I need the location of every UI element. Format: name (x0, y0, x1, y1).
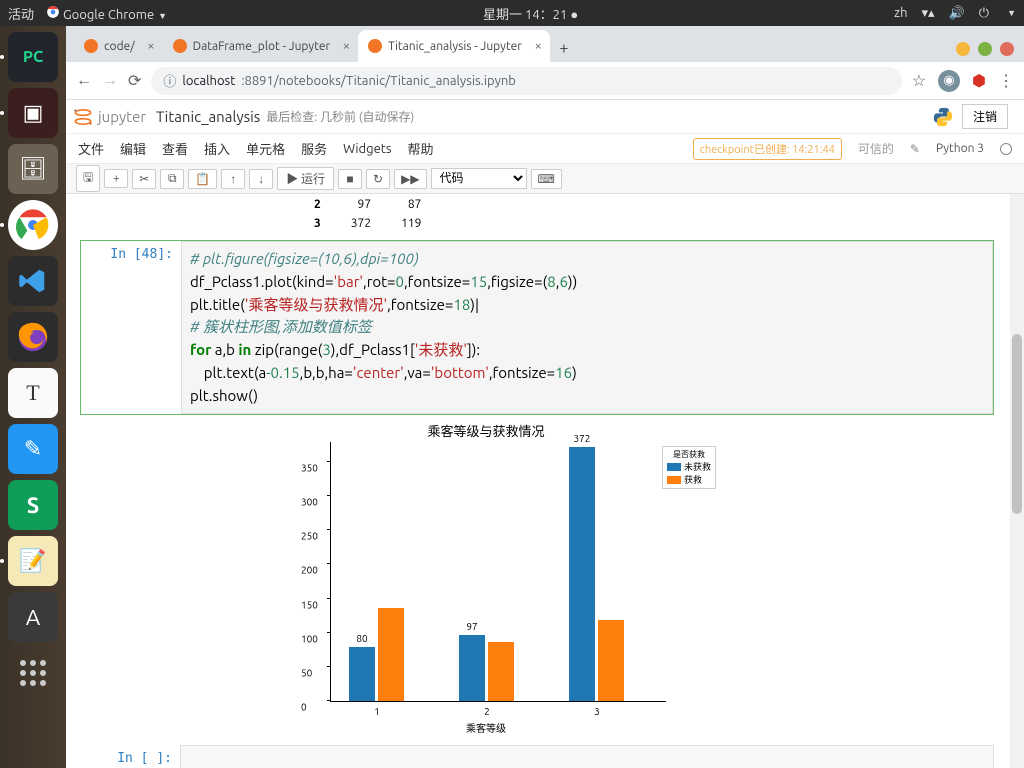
menu-view[interactable]: 查看 (162, 139, 188, 158)
cell-prompt: In [ ]: (80, 745, 180, 768)
new-tab-button[interactable]: + (550, 34, 578, 62)
jupyter-notebook: jupyter Titanic_analysis 最后检查: 几秒前 (自动保存… (66, 100, 1024, 768)
menu-help[interactable]: 帮助 (408, 139, 434, 158)
menu-widgets[interactable]: Widgets (343, 142, 391, 156)
launcher-updater-icon[interactable]: A (8, 592, 58, 642)
command-palette-button[interactable]: ⌨ (531, 169, 562, 189)
code-editor[interactable] (180, 745, 994, 768)
jupyter-favicon-icon (368, 39, 382, 53)
close-icon[interactable]: × (535, 39, 542, 53)
window-close-icon[interactable] (1000, 42, 1014, 56)
launcher-wps-icon[interactable]: S (8, 480, 58, 530)
trusted-badge[interactable]: 可信的 (858, 140, 894, 157)
checkpoint-info: checkpoint已创建: 14:21:44 (693, 138, 842, 160)
back-button[interactable]: ← (76, 71, 92, 90)
table-row: 29787 (300, 196, 435, 213)
launcher-firefox-icon[interactable] (8, 312, 58, 362)
stop-button[interactable]: ■ (338, 169, 362, 189)
volume-icon[interactable]: 🔊 (949, 6, 965, 21)
menu-insert[interactable]: 插入 (204, 139, 230, 158)
lang-indicator[interactable]: zh (894, 6, 907, 20)
cut-button[interactable]: ✂ (132, 169, 156, 189)
code-editor[interactable]: # plt.figure(figsize=(10,6),dpi=100) df_… (181, 241, 993, 414)
python-logo-icon (932, 106, 954, 128)
address-bar: ← → ⟳ ⓘ localhost:8891/notebooks/Titanic… (66, 62, 1024, 100)
menu-services[interactable]: 服务 (301, 139, 327, 158)
notebook-title[interactable]: Titanic_analysis (156, 108, 260, 125)
fastforward-button[interactable]: ▶▶ (394, 169, 426, 189)
app-menu[interactable]: Google Chrome▼ (46, 5, 167, 22)
menu-edit[interactable]: 编辑 (120, 139, 146, 158)
output-table: 29787 3372119 (298, 194, 437, 234)
scrollbar-thumb[interactable] (1012, 334, 1022, 514)
kernel-name[interactable]: Python 3 (936, 142, 984, 155)
jupyter-logo[interactable]: jupyter (72, 106, 146, 128)
launcher-apps-icon[interactable] (8, 648, 58, 698)
jupyter-toolbar: 🖫 + ✂ ⧉ 📋 ↑ ↓ ▶ 运行 ■ ↻ ▶▶ 代码 ⌨ (66, 164, 1024, 194)
chrome-tabstrip: code/× DataFrame_plot - Jupyter× Titanic… (66, 26, 1024, 62)
launcher-terminal-icon[interactable]: ▣ (8, 88, 58, 138)
launcher-files-icon[interactable]: 🗄 (8, 144, 58, 194)
chart-plot-area: 0501001502002503003508019723723是否获救未获救获救 (330, 442, 666, 702)
save-button[interactable]: 🖫 (76, 165, 100, 192)
chart-xlabel: 乘客等级 (296, 720, 676, 735)
window-maximize-icon[interactable] (978, 42, 992, 56)
add-cell-button[interactable]: + (104, 169, 128, 188)
tab-titanic-analysis[interactable]: Titanic_analysis - Jupyter× (358, 30, 550, 62)
url-input[interactable]: ⓘ localhost:8891/notebooks/Titanic/Titan… (151, 67, 901, 95)
jupyter-menubar: 文件 编辑 查看 插入 单元格 服务 Widgets 帮助 checkpoint… (66, 134, 1024, 164)
chrome-menu-icon[interactable]: ⋮ (998, 71, 1014, 90)
save-status: 最后检查: 几秒前 (自动保存) (266, 108, 414, 125)
launcher-blue-app-icon[interactable]: ✎ (8, 424, 58, 474)
run-button[interactable]: ▶ 运行 (277, 167, 334, 190)
window-minimize-icon[interactable] (956, 42, 970, 56)
launcher-dock: PC ▣ 🗄 T ✎ S 📝 A (0, 26, 66, 768)
launcher-pycharm-icon[interactable]: PC (8, 32, 58, 82)
jupyter-favicon-icon (173, 39, 187, 53)
power-icon[interactable]: ⏻ (979, 6, 989, 21)
cell-type-select[interactable]: 代码 (431, 168, 527, 189)
jupyter-header: jupyter Titanic_analysis 最后检查: 几秒前 (自动保存… (66, 100, 1024, 134)
network-icon[interactable]: ▾▴ (922, 6, 935, 21)
profile-avatar[interactable]: ◉ (938, 70, 960, 92)
move-up-button[interactable]: ↑ (221, 169, 245, 189)
menu-file[interactable]: 文件 (78, 139, 104, 158)
kernel-status-icon (1000, 143, 1012, 155)
chrome-window: code/× DataFrame_plot - Jupyter× Titanic… (66, 26, 1024, 768)
logout-button[interactable]: 注销 (962, 104, 1008, 129)
restart-button[interactable]: ↻ (366, 169, 390, 189)
paste-button[interactable]: 📋 (188, 169, 217, 189)
menu-cell[interactable]: 单元格 (246, 139, 285, 158)
code-cell-empty[interactable]: In [ ]: (80, 745, 994, 768)
launcher-text-icon[interactable]: T (8, 368, 58, 418)
vertical-scrollbar[interactable] (1010, 194, 1024, 768)
edit-icon[interactable]: ✎ (910, 142, 920, 156)
chart-legend: 是否获救未获救获救 (662, 446, 716, 489)
launcher-chrome-icon[interactable] (8, 200, 58, 250)
notebook-area[interactable]: 29787 3372119 In [48]: # plt.figure(figs… (66, 194, 1008, 768)
forward-button[interactable]: → (102, 71, 118, 90)
move-down-button[interactable]: ↓ (249, 169, 273, 189)
ublock-icon[interactable]: ⬢ (972, 71, 986, 90)
bookmark-icon[interactable]: ☆ (912, 71, 926, 90)
cell-prompt: In [48]: (81, 241, 181, 414)
code-cell-48[interactable]: In [48]: # plt.figure(figsize=(10,6),dpi… (80, 240, 994, 415)
table-row: 3372119 (300, 215, 435, 232)
launcher-notes-icon[interactable]: 📝 (8, 536, 58, 586)
close-icon[interactable]: × (147, 39, 154, 53)
copy-button[interactable]: ⧉ (160, 169, 184, 189)
site-info-icon[interactable]: ⓘ (163, 71, 176, 90)
tab-dataframe-plot[interactable]: DataFrame_plot - Jupyter× (163, 30, 358, 62)
chart-title: 乘客等级与获救情况 (296, 421, 676, 440)
reload-button[interactable]: ⟳ (128, 71, 141, 90)
tab-code[interactable]: code/× (74, 30, 163, 62)
chart-output: 乘客等级与获救情况 050100150200250300350801972372… (296, 421, 676, 735)
jupyter-favicon-icon (84, 39, 98, 53)
close-icon[interactable]: × (343, 39, 350, 53)
gnome-top-bar: 活动 Google Chrome▼ 星期一 14：21 ● zh ▾▴ 🔊 ⏻ … (0, 0, 1024, 26)
activities-button[interactable]: 活动 (8, 4, 34, 23)
launcher-vscode-icon[interactable] (8, 256, 58, 306)
clock[interactable]: 星期一 14：21 (483, 8, 567, 22)
